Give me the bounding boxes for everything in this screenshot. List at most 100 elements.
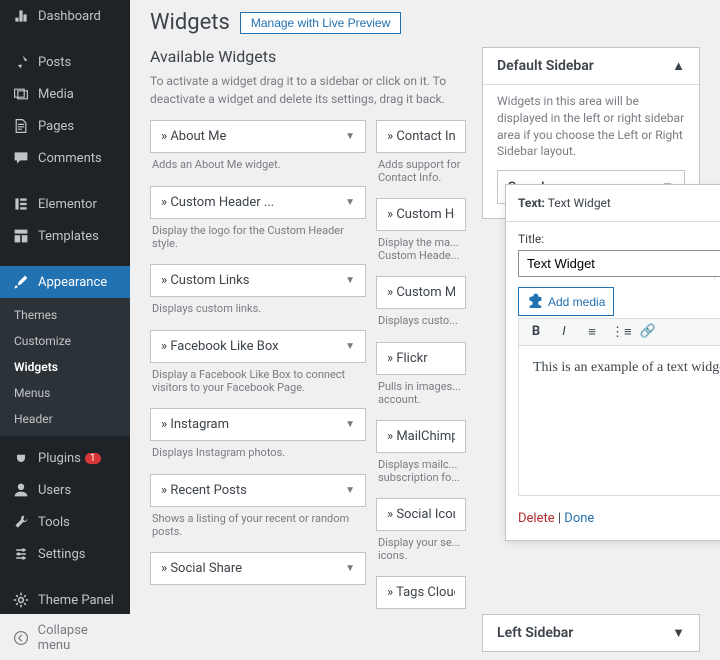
widget-title: » Flickr [387, 351, 428, 366]
widget-title: » Instagram [161, 417, 229, 432]
widget-tile[interactable]: » Contact Info [376, 120, 466, 153]
chevron-down-icon: ▼ [345, 275, 355, 286]
sidebar-item-collapse[interactable]: Collapse menu [0, 616, 130, 660]
widget-title: » MailChimp... [387, 429, 455, 444]
sidebar-sub-widgets[interactable]: Widgets [0, 354, 130, 380]
widget-tile[interactable]: » Tags Cloud [376, 576, 466, 609]
panel-title: Left Sidebar [497, 625, 573, 641]
left-sidebar-toggle[interactable]: Left Sidebar ▼ [483, 615, 699, 651]
widget-tile[interactable]: » Custom Links ▼ [150, 264, 366, 297]
widget-tile[interactable]: » Recent Posts▼ [150, 474, 366, 507]
widget-tile[interactable]: » Flickr [376, 342, 466, 375]
widget-description: Shows a listing of your recent or random… [150, 510, 366, 552]
widget-description: Displays custom links. [150, 300, 366, 330]
delete-link[interactable]: Delete [518, 511, 555, 526]
widget-description: Adds an About Me widget. [150, 156, 366, 186]
collapse-icon [12, 629, 30, 647]
manage-live-preview-button[interactable]: Manage with Live Preview [240, 12, 401, 34]
content-editor[interactable]: This is an example of a text widget. [518, 346, 720, 496]
widget-title: » Recent Posts [161, 483, 247, 498]
sidebar-sub-header[interactable]: Header [0, 406, 130, 432]
sidebar-label: Media [38, 87, 74, 102]
sidebar-item-media[interactable]: Media [0, 78, 130, 110]
templates-icon [12, 227, 30, 245]
sidebar-item-pages[interactable]: Pages [0, 110, 130, 142]
user-icon [12, 481, 30, 499]
sidebar-item-tools[interactable]: Tools [0, 506, 130, 538]
page-title: Widgets [150, 10, 230, 35]
widget-tile[interactable]: » Custom Me... [376, 276, 466, 309]
widget-tile[interactable]: » MailChimp... [376, 420, 466, 453]
sidebar-item-dashboard[interactable]: Dashboard [0, 0, 130, 32]
widget-tile[interactable]: » Social Share▼ [150, 552, 366, 585]
number-list-button[interactable]: ⋮≡ [611, 324, 629, 340]
sidebar-sub-themes[interactable]: Themes [0, 302, 130, 328]
available-widgets-help: To activate a widget drag it to a sideba… [150, 72, 450, 108]
widget-description [376, 612, 466, 642]
sidebar-item-settings[interactable]: Settings [0, 538, 130, 570]
sidebar-label: Templates [38, 229, 99, 244]
widget-description: Display the logo for the Custom Header s… [150, 222, 366, 264]
sidebar-item-plugins[interactable]: Plugins 1 [0, 442, 130, 474]
widget-title: » Custom Header ... [161, 195, 274, 210]
widget-title: » Custom He... [387, 207, 455, 222]
sidebar-label: Theme Panel [38, 593, 114, 608]
sidebar-item-templates[interactable]: Templates [0, 220, 130, 252]
elementor-icon [12, 195, 30, 213]
sidebar-label: Pages [38, 119, 74, 134]
link-button[interactable]: 🔗 [639, 324, 657, 340]
default-sidebar-toggle[interactable]: Default Sidebar ▲ [483, 48, 699, 84]
sidebar-submenu: Themes Customize Widgets Menus Header [0, 298, 130, 436]
bullet-list-button[interactable]: ≡ [583, 324, 601, 340]
sidebar-item-elementor[interactable]: Elementor [0, 188, 130, 220]
sidebar-item-posts[interactable]: Posts [0, 46, 130, 78]
widget-title: » Tags Cloud [387, 585, 455, 600]
sidebar-item-users[interactable]: Users [0, 474, 130, 506]
done-link[interactable]: Done [564, 511, 594, 526]
widget-tile[interactable]: » Custom Header ... ▼ [150, 186, 366, 219]
widget-title: » Custom Me... [387, 285, 455, 300]
title-input[interactable] [518, 250, 720, 277]
sidebar-label: Posts [38, 55, 71, 70]
sidebar-item-comments[interactable]: Comments [0, 142, 130, 174]
widget-tile[interactable]: » Custom He... [376, 198, 466, 231]
widget-tile[interactable]: » Social Icon... [376, 498, 466, 531]
widget-title: » Facebook Like Box [161, 339, 279, 354]
sidebar-label: Plugins [38, 451, 81, 466]
gear-icon [12, 591, 30, 609]
widget-editor-title: Text: Text Widget [518, 196, 611, 210]
editor-content: This is an example of a text widget. [533, 360, 720, 375]
widget-description: Display your se... icons. [376, 534, 466, 576]
widget-description: Displays Instagram photos. [150, 444, 366, 474]
panel-title: Default Sidebar [497, 58, 594, 74]
sidebar-label: Users [38, 483, 71, 498]
sidebar-sub-customize[interactable]: Customize [0, 328, 130, 354]
widget-description: Displays custo... [376, 312, 466, 342]
italic-button[interactable]: I [555, 324, 573, 340]
brush-icon [12, 273, 30, 291]
title-label: Title: [518, 232, 720, 246]
sidebar-item-appearance[interactable]: Appearance [0, 266, 130, 298]
widget-description: Display the ma... Custom Heade... [376, 234, 466, 276]
widget-tile[interactable]: » Instagram▼ [150, 408, 366, 441]
sidebar-sub-menus[interactable]: Menus [0, 380, 130, 406]
chevron-up-icon: ▲ [672, 58, 685, 74]
widget-title: » Custom Links [161, 273, 249, 288]
chevron-down-icon: ▼ [672, 625, 685, 641]
sidebar-label: Dashboard [38, 9, 101, 24]
sidebar-item-theme-panel[interactable]: Theme Panel [0, 584, 130, 616]
sidebar-label: Collapse menu [38, 623, 122, 653]
media-icon [12, 85, 30, 103]
widget-tile[interactable]: » About Me▼ [150, 120, 366, 153]
chevron-down-icon: ▼ [345, 197, 355, 208]
bold-button[interactable]: B [527, 324, 545, 340]
chevron-down-icon: ▼ [345, 341, 355, 352]
update-badge: 1 [85, 453, 101, 464]
widget-tile[interactable]: » Facebook Like Box ▼ [150, 330, 366, 363]
panel-description: Widgets in this area will be displayed i… [497, 93, 685, 160]
settings-icon [12, 545, 30, 563]
widget-title: » About Me [161, 129, 226, 144]
add-media-button[interactable]: Add media [518, 287, 614, 316]
pin-icon [12, 53, 30, 71]
comment-icon [12, 149, 30, 167]
